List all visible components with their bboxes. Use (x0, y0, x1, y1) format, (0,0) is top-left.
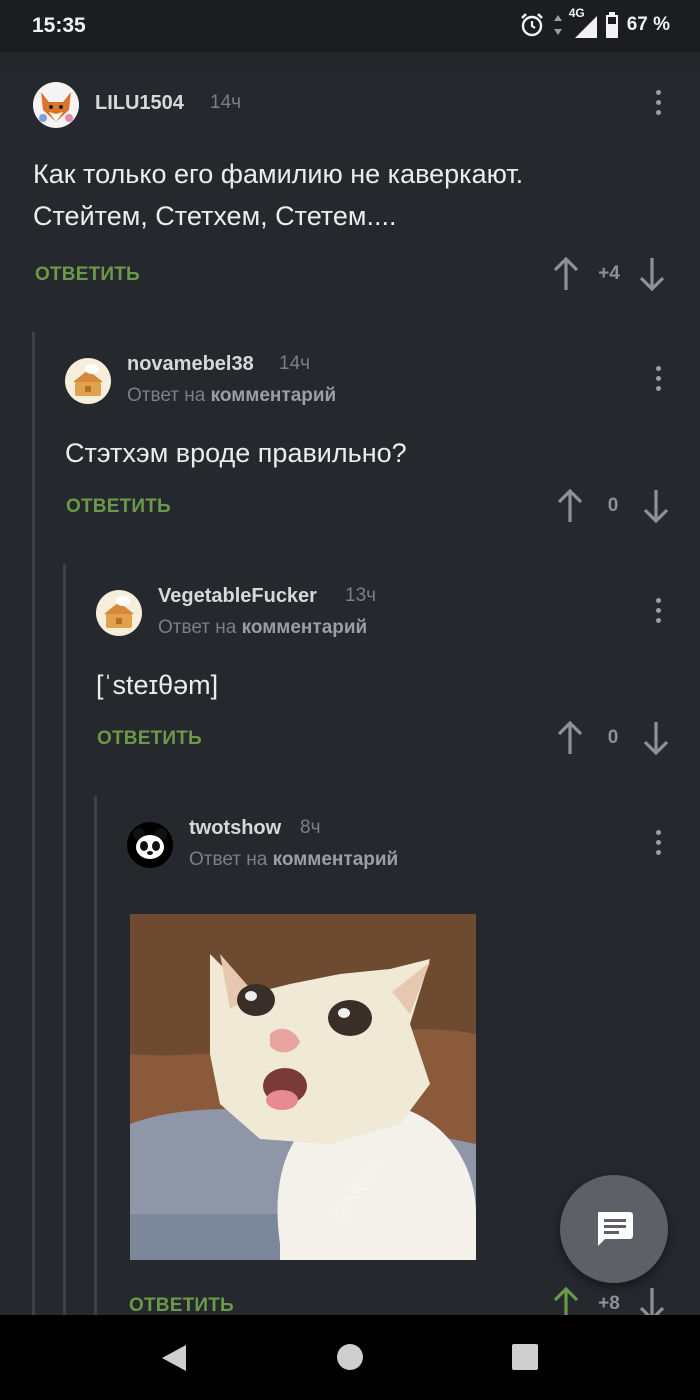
vote-controls: +4 (552, 256, 666, 292)
vote-count: +8 (598, 1293, 620, 1314)
reply-to-line: Ответ на комментарий (158, 617, 367, 639)
reply-to-prefix: Ответ на (189, 849, 268, 870)
back-icon[interactable] (158, 1343, 188, 1373)
thread-line-level-1 (32, 332, 35, 1315)
avatar[interactable] (65, 358, 111, 404)
comment-author[interactable]: LILU1504 (95, 92, 184, 115)
default-avatar-icon (104, 596, 134, 628)
vote-controls: 0 (556, 720, 670, 756)
comment-icon (598, 1212, 633, 1246)
comment-time: 13ч (345, 585, 377, 606)
reply-to-line: Ответ на комментарий (127, 385, 336, 407)
reply-to-line: Ответ на комментарий (189, 849, 398, 871)
default-avatar-icon (73, 364, 103, 396)
thread-line-level-3 (94, 796, 97, 1315)
reply-button[interactable]: ОТВЕТИТЬ (129, 1295, 234, 1317)
signal-icon: 4G (569, 6, 597, 38)
downvote-arrow-icon[interactable] (642, 488, 670, 524)
comment-fab-button[interactable] (560, 1175, 668, 1283)
downvote-arrow-icon[interactable] (642, 720, 670, 756)
vote-count: +4 (598, 263, 620, 284)
more-options-icon[interactable] (654, 366, 662, 394)
toolbar-edge (0, 52, 700, 80)
reply-to-prefix: Ответ на (158, 617, 237, 638)
avatar[interactable] (33, 82, 79, 128)
vote-count: 0 (607, 727, 619, 748)
more-options-icon[interactable] (654, 830, 662, 858)
comment-text-line: Стейтем, Стетхем, Стетем.... (33, 201, 397, 231)
reply-button[interactable]: ОТВЕТИТЬ (35, 264, 140, 286)
reply-to-link[interactable]: комментарий (273, 849, 399, 870)
comment-text-line: Как только его фамилию не каверкают. (33, 159, 524, 189)
avatar[interactable] (96, 590, 142, 636)
alarm-icon (520, 13, 543, 37)
reply-to-link[interactable]: комментарий (242, 617, 368, 638)
fox-icon (39, 92, 73, 122)
recents-icon[interactable] (511, 1343, 539, 1371)
panda-icon (133, 828, 167, 859)
vote-controls: 0 (556, 488, 670, 524)
upvote-arrow-icon[interactable] (556, 488, 584, 524)
upvote-arrow-icon[interactable] (552, 256, 580, 292)
status-time: 15:35 (32, 14, 86, 37)
system-nav-bar (0, 1315, 700, 1400)
comment-time: 14ч (210, 92, 242, 113)
thread-line-level-2 (63, 564, 66, 1315)
comment-time: 8ч (300, 817, 321, 838)
cat-meme-image[interactable]: @kleas (130, 914, 476, 1260)
comment-author[interactable]: VegetableFucker (158, 585, 317, 608)
comment-text: Как только его фамилию не каверкают. Сте… (33, 153, 673, 237)
battery-icon (605, 12, 618, 38)
upvote-arrow-icon[interactable] (556, 720, 584, 756)
comment-author[interactable]: novamebel38 (127, 353, 254, 376)
reply-to-link[interactable]: комментарий (211, 385, 337, 406)
more-options-icon[interactable] (654, 90, 662, 118)
comment-time: 14ч (279, 353, 311, 374)
avatar[interactable] (127, 822, 173, 868)
reply-button[interactable]: ОТВЕТИТЬ (97, 728, 202, 750)
reply-to-prefix: Ответ на (127, 385, 206, 406)
downvote-arrow-icon[interactable] (638, 256, 666, 292)
status-bar: 15:35 4G 67 % (0, 0, 700, 52)
comment-text: [ˈsteɪθəm] (96, 670, 219, 700)
battery-percent: 67 % (626, 14, 670, 35)
data-arrows-icon (553, 15, 562, 35)
comment-author[interactable]: twotshow (189, 817, 281, 840)
vote-count: 0 (607, 495, 619, 516)
more-options-icon[interactable] (654, 598, 662, 626)
home-icon[interactable] (336, 1343, 364, 1371)
comment-text: Стэтхэм вроде правильно? (65, 438, 407, 468)
status-icons: 4G 67 % (519, 6, 670, 38)
reply-button[interactable]: ОТВЕТИТЬ (66, 496, 171, 518)
